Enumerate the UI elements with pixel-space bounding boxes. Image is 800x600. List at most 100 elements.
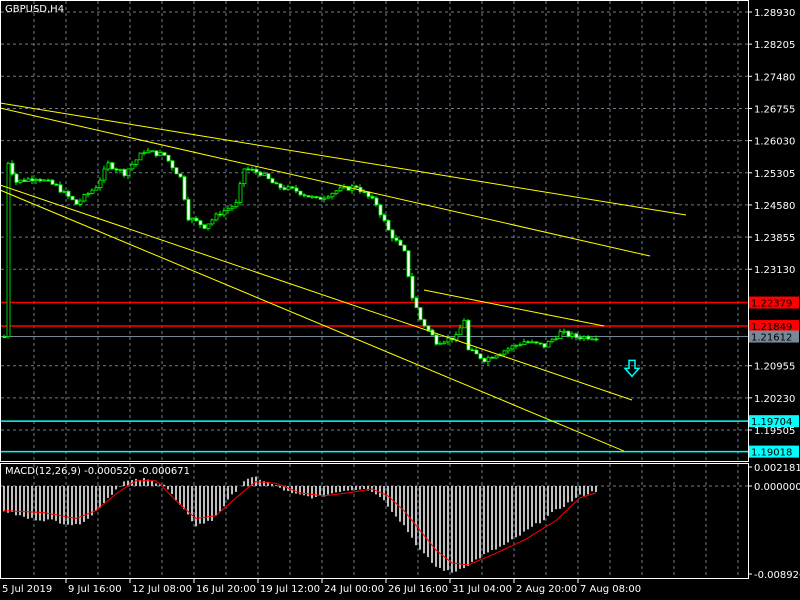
candle-bear bbox=[526, 341, 531, 344]
candle-bull bbox=[102, 168, 107, 181]
candle-bear bbox=[298, 190, 303, 196]
candle-bull bbox=[530, 341, 535, 344]
candle-bull bbox=[322, 197, 327, 200]
candle-bear bbox=[186, 199, 191, 221]
time-label: 31 Jul 04:00 bbox=[452, 584, 512, 595]
candle-bull bbox=[126, 168, 131, 177]
candle-bear bbox=[490, 356, 495, 359]
price-tick-label: 1.24580 bbox=[754, 201, 795, 212]
candle-bear bbox=[414, 297, 419, 309]
candle-bear bbox=[574, 333, 579, 338]
candle-bear bbox=[354, 185, 359, 188]
candle-bull bbox=[582, 336, 587, 340]
candle-bear bbox=[382, 214, 387, 221]
candle-bull bbox=[502, 350, 507, 355]
candle-bull bbox=[590, 338, 595, 341]
candle-bull bbox=[326, 196, 331, 199]
candle-bull bbox=[234, 202, 239, 208]
time-label: 19 Jul 12:00 bbox=[260, 584, 320, 595]
candle-bull bbox=[98, 179, 103, 189]
candle-bear bbox=[466, 319, 471, 351]
time-label: 24 Jul 00:00 bbox=[324, 584, 384, 595]
candle-bull bbox=[94, 187, 99, 191]
candle-bear bbox=[278, 183, 283, 189]
candle-bear bbox=[198, 220, 203, 226]
candle-bull bbox=[146, 150, 151, 154]
candle-bear bbox=[274, 182, 279, 185]
candle-bear bbox=[290, 186, 295, 189]
candle-bear bbox=[2, 336, 7, 339]
time-label: 7 Aug 08:00 bbox=[580, 584, 641, 595]
level-label: 1.21612 bbox=[751, 333, 792, 344]
candle-bull bbox=[286, 186, 291, 190]
candle-bull bbox=[26, 178, 31, 182]
candle-bear bbox=[258, 171, 263, 176]
candle-bear bbox=[30, 178, 35, 182]
candle-bull bbox=[522, 341, 527, 345]
candle-bear bbox=[110, 162, 115, 170]
candle-bull bbox=[34, 179, 39, 182]
price-chart[interactable]: 1.223791.218491.216121.197041.19018 1.28… bbox=[0, 0, 800, 600]
candle-bull bbox=[554, 338, 559, 340]
chart-title: GBPUSD,H4 bbox=[5, 4, 64, 15]
candle-bull bbox=[330, 192, 335, 198]
price-tick-label: 1.25305 bbox=[754, 169, 795, 180]
candle-bear bbox=[66, 190, 71, 197]
candle-bull bbox=[510, 345, 515, 350]
candle-bull bbox=[130, 163, 135, 170]
candle-bull bbox=[142, 152, 147, 155]
price-tick-label: 1.26755 bbox=[754, 104, 795, 115]
candle-bear bbox=[426, 325, 431, 331]
price-tick-label: 1.20230 bbox=[754, 394, 795, 405]
candle-bull bbox=[446, 337, 451, 343]
candle-bear bbox=[586, 336, 591, 340]
candle-bear bbox=[314, 196, 319, 198]
price-tick-label: 1.20955 bbox=[754, 362, 795, 373]
candle-bull bbox=[238, 183, 243, 203]
candle-bear bbox=[194, 217, 199, 222]
candle-bear bbox=[474, 349, 479, 355]
candle-bull bbox=[206, 223, 211, 229]
candle-bear bbox=[50, 179, 55, 185]
candle-bull bbox=[150, 150, 155, 153]
candle-bear bbox=[594, 338, 599, 341]
candle-bull bbox=[570, 333, 575, 337]
candle-bull bbox=[442, 341, 447, 344]
candle-bear bbox=[22, 179, 27, 182]
candle-bull bbox=[78, 200, 83, 205]
candle-bull bbox=[158, 152, 163, 157]
time-label: 26 Jul 16:00 bbox=[388, 584, 448, 595]
candle-bear bbox=[46, 179, 51, 182]
candle-bear bbox=[218, 213, 223, 216]
candle-bear bbox=[114, 168, 119, 171]
macd-tick-label: 0.000000 bbox=[754, 482, 800, 493]
candle-bear bbox=[266, 173, 271, 180]
candle-bear bbox=[390, 229, 395, 239]
level-label: 1.22379 bbox=[751, 299, 792, 310]
candle-bear bbox=[250, 168, 255, 171]
candle-bear bbox=[282, 187, 287, 190]
candle-bull bbox=[86, 193, 91, 195]
candle-bull bbox=[138, 152, 143, 161]
candle-bear bbox=[418, 307, 423, 320]
candle-bear bbox=[370, 196, 375, 199]
candle-bull bbox=[546, 341, 551, 348]
candle-bull bbox=[518, 344, 523, 346]
macd-tick-label: -0.008926 bbox=[754, 570, 800, 581]
macd-label: MACD(12,26,9) -0.000520 -0.000671 bbox=[5, 466, 190, 477]
candle-bear bbox=[378, 204, 383, 216]
candle-bear bbox=[14, 173, 19, 183]
candle-bear bbox=[166, 154, 171, 162]
macd-frame bbox=[0, 463, 749, 579]
candle-bull bbox=[222, 210, 227, 216]
candle-bull bbox=[458, 327, 463, 335]
candle-bear bbox=[294, 187, 299, 192]
candle-bull bbox=[62, 190, 67, 193]
time-label: 2 Aug 20:00 bbox=[516, 584, 577, 595]
candle-bear bbox=[74, 199, 79, 205]
candle-bear bbox=[410, 275, 415, 299]
level-label: 1.19018 bbox=[751, 448, 792, 459]
candle-bear bbox=[182, 176, 187, 200]
price-tick-label: 1.23855 bbox=[754, 233, 795, 244]
candle-bull bbox=[18, 179, 23, 183]
